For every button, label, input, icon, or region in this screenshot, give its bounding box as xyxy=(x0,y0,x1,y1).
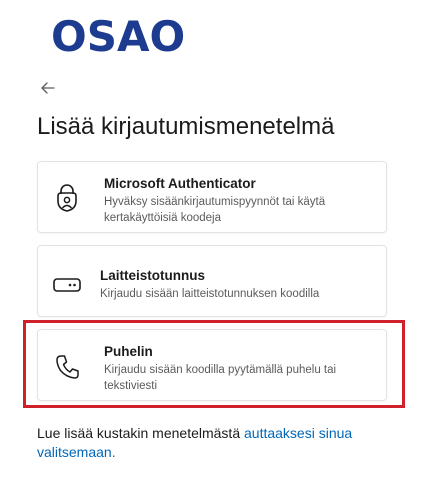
method-card-phone[interactable]: Puhelin Kirjaudu sisään koodilla pyytämä… xyxy=(37,329,387,401)
method-title: Microsoft Authenticator xyxy=(104,176,256,191)
authenticator-lock-icon xyxy=(57,184,77,212)
method-title: Laitteistotunnus xyxy=(100,268,205,283)
method-description: Kirjaudu sisään laitteistotunnuksen kood… xyxy=(100,288,320,300)
help-text-prefix: Lue lisää kustakin menetelmästä xyxy=(37,425,244,441)
help-text: Lue lisää kustakin menetelmästä auttaaks… xyxy=(37,424,387,462)
osao-logo: OSAO xyxy=(51,12,186,61)
passkey-device-icon xyxy=(53,278,81,292)
method-card-authenticator[interactable]: Microsoft Authenticator Hyväksy sisäänki… xyxy=(37,161,387,233)
method-description: Hyväksy sisäänkirjautumispyynnöt tai käy… xyxy=(104,196,326,224)
method-description: Kirjaudu sisään koodilla pyytämällä puhe… xyxy=(104,364,337,392)
page-title: Lisää kirjautumismenetelmä xyxy=(37,113,335,140)
phone-icon xyxy=(56,355,79,379)
method-card-hardware-token[interactable]: Laitteistotunnus Kirjaudu sisään laittei… xyxy=(37,245,387,317)
method-title: Puhelin xyxy=(104,344,153,359)
arrow-left-icon[interactable] xyxy=(38,78,58,98)
